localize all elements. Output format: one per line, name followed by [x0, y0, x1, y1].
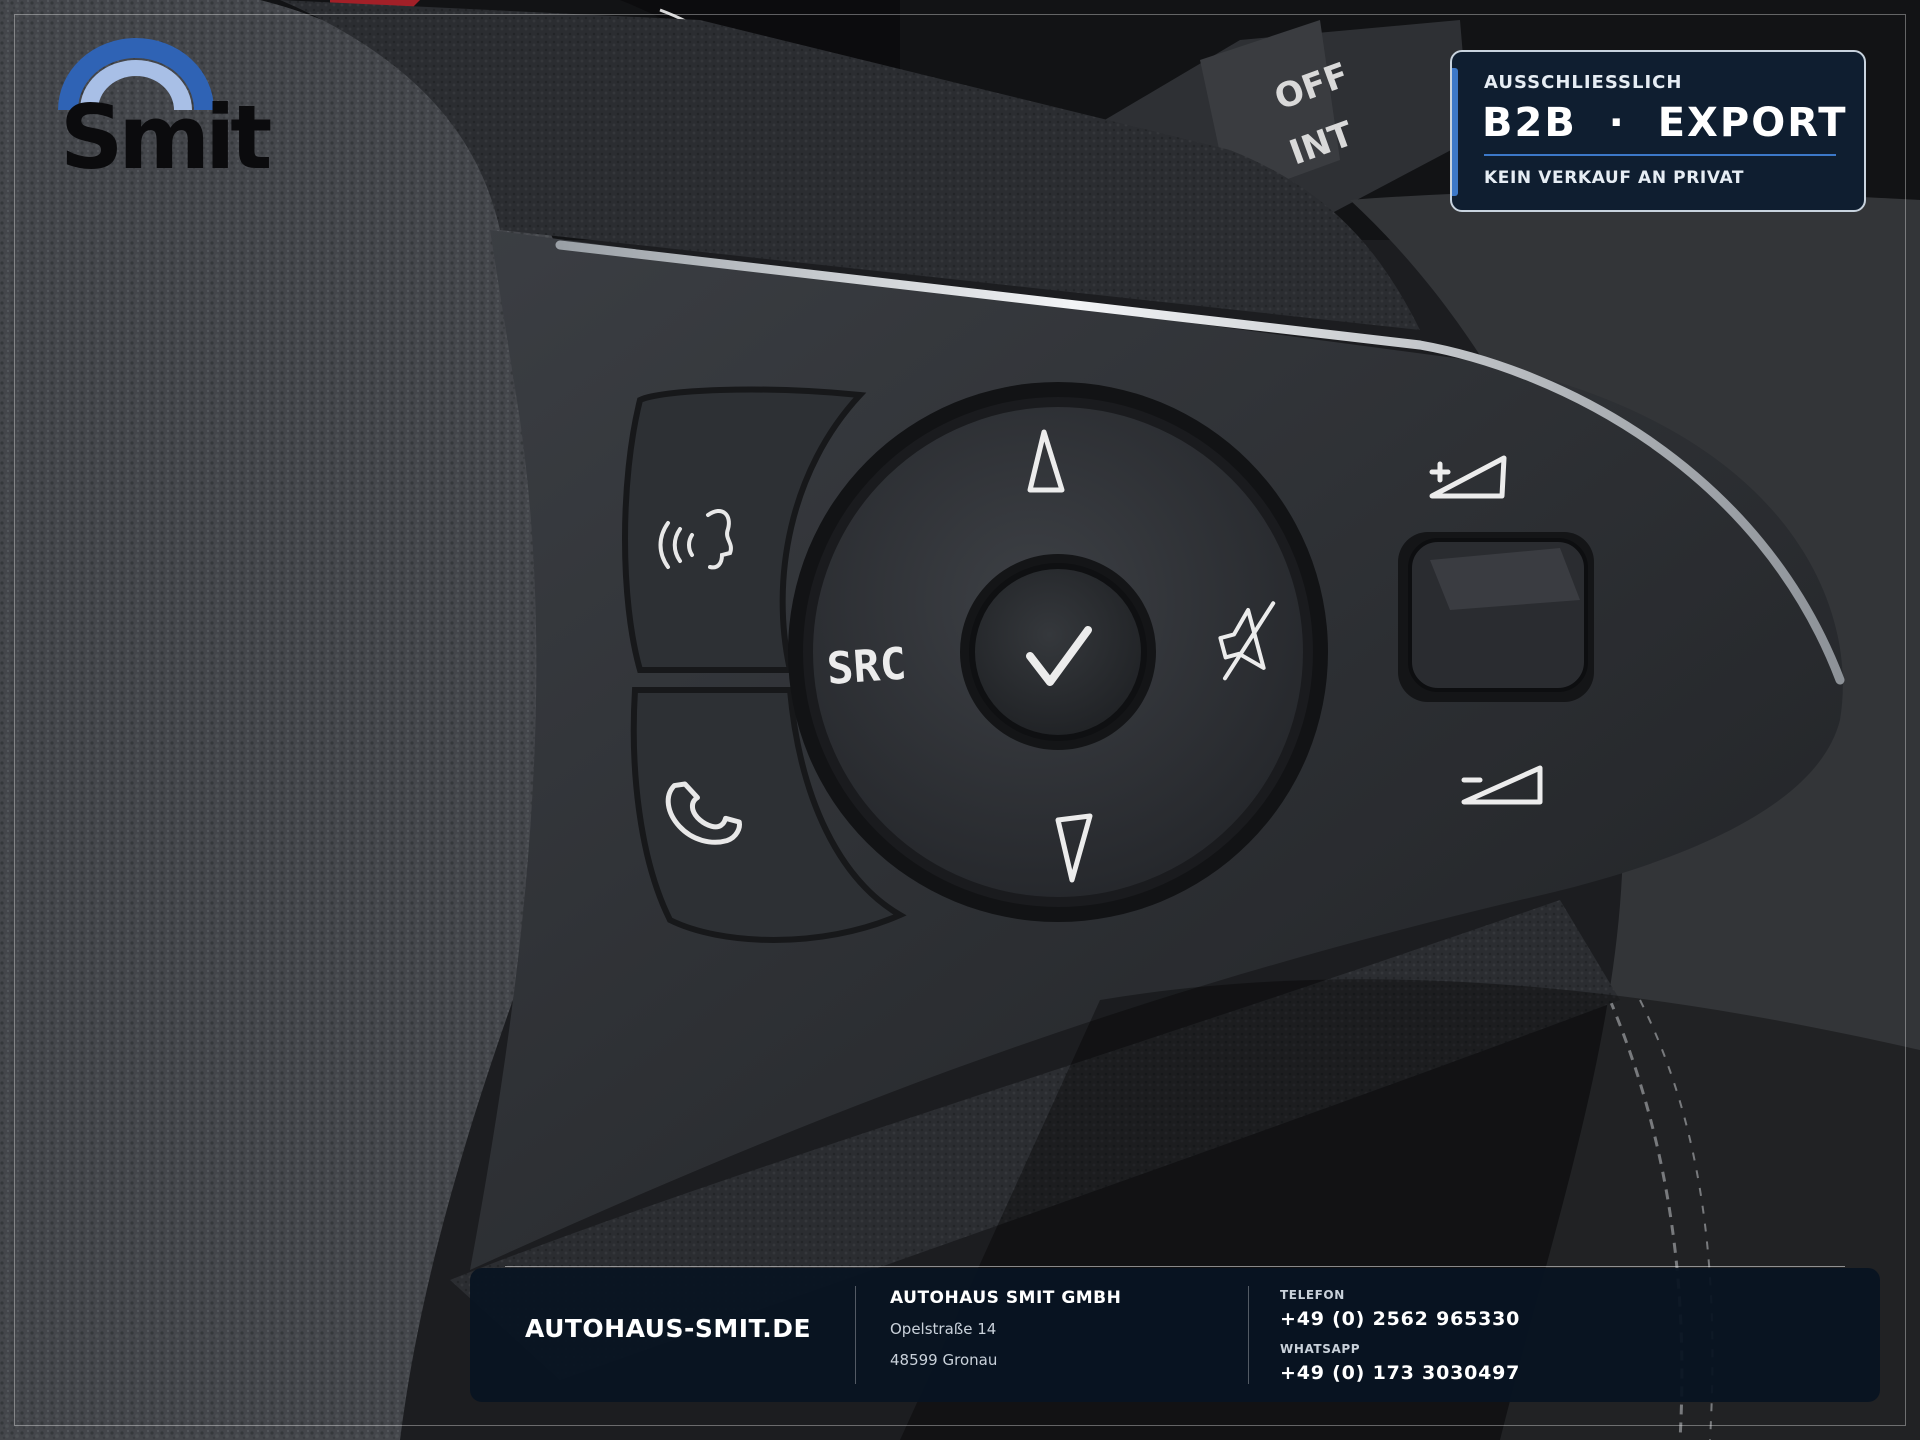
smit-logo: Smit: [58, 38, 272, 189]
whatsapp-number-link[interactable]: +49 (0) 173 3030497: [1280, 1362, 1520, 1384]
badge-main-text: B2B · EXPORT: [1482, 100, 1848, 146]
badge-top-text: AUSSCHLIESSLICH: [1484, 72, 1683, 93]
footer-divider: [1248, 1286, 1249, 1384]
src-label: SRC: [825, 639, 908, 695]
b2b-export-badge: AUSSCHLIESSLICH B2B · EXPORT KEIN VERKAU…: [1450, 50, 1866, 212]
badge-accent-bar: [1452, 68, 1458, 196]
badge-divider: [1484, 154, 1836, 156]
company-city: 48599 Gronau: [890, 1351, 998, 1369]
phone-label: TELEFON: [1280, 1288, 1345, 1302]
steering-wheel-photo: 210 OFF INT: [0, 0, 1920, 1440]
website-link[interactable]: AUTOHAUS-SMIT.DE: [525, 1314, 811, 1343]
contact-footer: AUTOHAUS-SMIT.DE AUTOHAUS SMIT GMBH Opel…: [470, 1268, 1880, 1402]
company-name: AUTOHAUS SMIT GMBH: [890, 1288, 1122, 1308]
footer-top-rule: [505, 1266, 1845, 1267]
footer-divider: [855, 1286, 856, 1384]
badge-bottom-text: KEIN VERKAUF AN PRIVAT: [1484, 168, 1745, 188]
logo-wordmark: Smit: [60, 86, 272, 189]
stage: 210 OFF INT: [0, 0, 1920, 1440]
whatsapp-label: WHATSAPP: [1280, 1342, 1361, 1356]
phone-number-link[interactable]: +49 (0) 2562 965330: [1280, 1308, 1520, 1330]
company-street: Opelstraße 14: [890, 1320, 997, 1338]
